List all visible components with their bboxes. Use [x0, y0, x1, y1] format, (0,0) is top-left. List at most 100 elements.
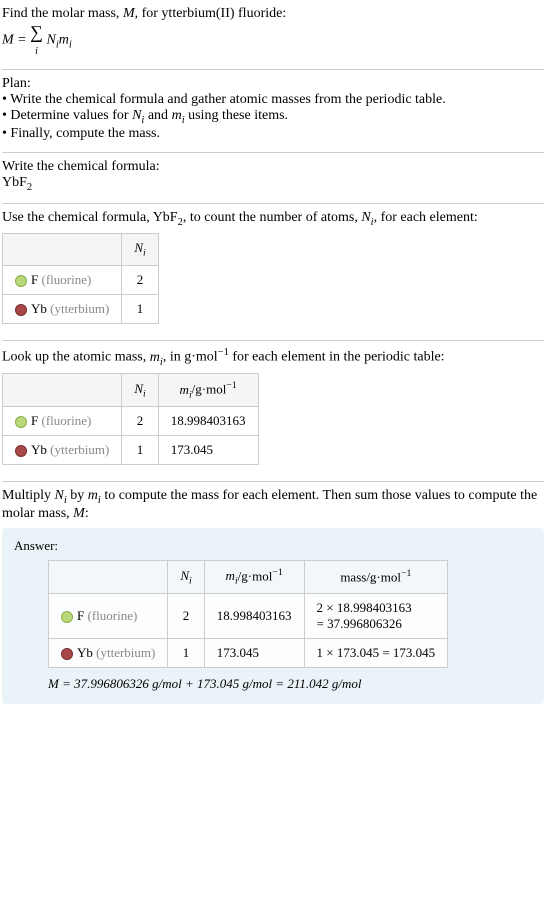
s4a: Multiply — [2, 488, 55, 503]
s4d: : — [85, 506, 89, 521]
element-dot-icon — [15, 416, 27, 428]
el-name: (ytterbium) — [47, 442, 109, 457]
cell-m: 18.998403163 — [158, 407, 258, 436]
cell-n: 2 — [122, 265, 158, 294]
cell-element: Yb (ytterbium) — [3, 294, 122, 323]
var-mi: mi — [172, 108, 185, 123]
col-Ni: Ni — [168, 561, 204, 594]
table-header-row: Ni mi/g·mol−1 — [3, 374, 259, 407]
final-text: = 37.996806326 g/mol + 173.045 g/mol = 2… — [59, 676, 362, 691]
n: N — [55, 488, 64, 503]
step2-text: Use the chemical formula, YbF2, to count… — [2, 210, 544, 228]
eq-M: M — [2, 33, 14, 48]
s2b: , to count the number of atoms, — [183, 210, 361, 225]
h-exp: −1 — [226, 380, 236, 391]
col-mass: mass/g·mol−1 — [304, 561, 448, 594]
m: m — [172, 108, 182, 123]
s3a: Look up the atomic mass, — [2, 350, 150, 365]
step4-text: Multiply Ni by mi to compute the mass fo… — [2, 488, 544, 522]
plan-b2b: and — [144, 108, 171, 123]
plan-bullet-3: • Finally, compute the mass. — [2, 126, 544, 142]
cell-n: 1 — [122, 294, 158, 323]
intro-text-a: Find the molar mass, — [2, 6, 123, 21]
table-header-row: Ni — [3, 234, 159, 266]
divider — [2, 152, 544, 153]
sigma-index: i — [35, 46, 38, 57]
h-i: i — [143, 248, 146, 259]
n: N — [361, 210, 370, 225]
answer-label: Answer: — [14, 538, 532, 554]
element-dot-icon — [15, 445, 27, 457]
col-mi: mi/g·mol−1 — [204, 561, 304, 594]
h-i: i — [143, 389, 146, 400]
cell-element: Yb (ytterbium) — [3, 436, 122, 465]
s2a: Use the chemical formula, YbF — [2, 210, 178, 225]
cell-n: 1 — [168, 639, 204, 668]
cell-element: Yb (ytterbium) — [49, 639, 168, 668]
mass-line2: = 37.996806326 — [317, 616, 402, 631]
h-N: N — [134, 381, 143, 396]
var-M: M — [123, 6, 135, 21]
table-row: F (fluorine) 2 18.998403163 2 × 18.99840… — [49, 594, 448, 639]
step1-title: Write the chemical formula: — [2, 159, 544, 175]
sigma-icon: ∑ — [30, 22, 43, 42]
table-row: F (fluorine) 2 — [3, 265, 159, 294]
col-element — [49, 561, 168, 594]
cell-n: 2 — [122, 407, 158, 436]
cell-element: F (fluorine) — [3, 265, 122, 294]
table-row: Yb (ytterbium) 1 173.045 1 × 173.045 = 1… — [49, 639, 448, 668]
el-name: (fluorine) — [38, 413, 91, 428]
col-mi: mi/g·mol−1 — [158, 374, 258, 407]
el-name: (ytterbium) — [93, 645, 155, 660]
var-mi: mi — [88, 488, 101, 503]
step1-section: Write the chemical formula: YbF2 — [2, 155, 544, 201]
plan-b2c: using these items. — [185, 108, 288, 123]
h-i: i — [189, 575, 192, 586]
var-Ni: Ni — [361, 210, 373, 225]
atom-count-table: Ni F (fluorine) 2 Yb (ytterbium) 1 — [2, 233, 159, 324]
var-Ni: Ni — [132, 108, 144, 123]
h-N: N — [134, 240, 143, 255]
table-header-row: Ni mi/g·mol−1 mass/g·mol−1 — [49, 561, 448, 594]
mass-line1: 2 × 18.998403163 — [317, 600, 412, 615]
divider — [2, 481, 544, 482]
table-row: Yb (ytterbium) 1 — [3, 294, 159, 323]
el-sym: Yb — [31, 301, 47, 316]
col-Ni: Ni — [122, 234, 158, 266]
m: m — [150, 350, 160, 365]
h-unit: /g·mol — [192, 382, 227, 397]
h-exp: −1 — [401, 568, 411, 579]
cell-m: 18.998403163 — [204, 594, 304, 639]
divider — [2, 203, 544, 204]
s3c: for each element in the periodic table: — [229, 350, 445, 365]
h-mass: mass/g·mol — [340, 570, 401, 585]
el-sym: Yb — [77, 645, 93, 660]
cell-element: F (fluorine) — [49, 594, 168, 639]
divider — [2, 340, 544, 341]
intro-text-b: , for ytterbium(II) fluoride: — [135, 6, 287, 21]
final-equation: M = 37.996806326 g/mol + 173.045 g/mol =… — [48, 676, 532, 692]
eq-N: N — [46, 33, 55, 48]
col-Ni: Ni — [122, 374, 158, 407]
el-name: (ytterbium) — [47, 301, 109, 316]
h-m: m — [226, 568, 235, 583]
step2-section: Use the chemical formula, YbF 2 , to count… — [2, 206, 544, 338]
cell-mass: 1 × 173.045 = 173.045 — [304, 639, 448, 668]
s4b: by — [67, 488, 88, 503]
plan-section: Plan: • Write the chemical formula and g… — [2, 72, 544, 150]
var-M: M — [73, 506, 85, 521]
eq-m-sub: i — [69, 40, 72, 51]
cell-n: 2 — [168, 594, 204, 639]
s3b: , in g·mol — [163, 350, 218, 365]
eq-m: m — [59, 33, 69, 48]
formula-sub: 2 — [27, 182, 32, 193]
element-dot-icon — [61, 648, 73, 660]
plan-b2a: • Determine values for — [2, 108, 132, 123]
final-M: M — [48, 676, 59, 691]
chemical-formula: YbF2 — [2, 175, 544, 193]
cell-m: 173.045 — [158, 436, 258, 465]
intro-section: Find the molar mass, M, for ytterbium(II… — [2, 2, 544, 67]
s2c: , for each element: — [374, 210, 478, 225]
element-dot-icon — [61, 611, 73, 623]
s3exp: −1 — [218, 347, 229, 358]
